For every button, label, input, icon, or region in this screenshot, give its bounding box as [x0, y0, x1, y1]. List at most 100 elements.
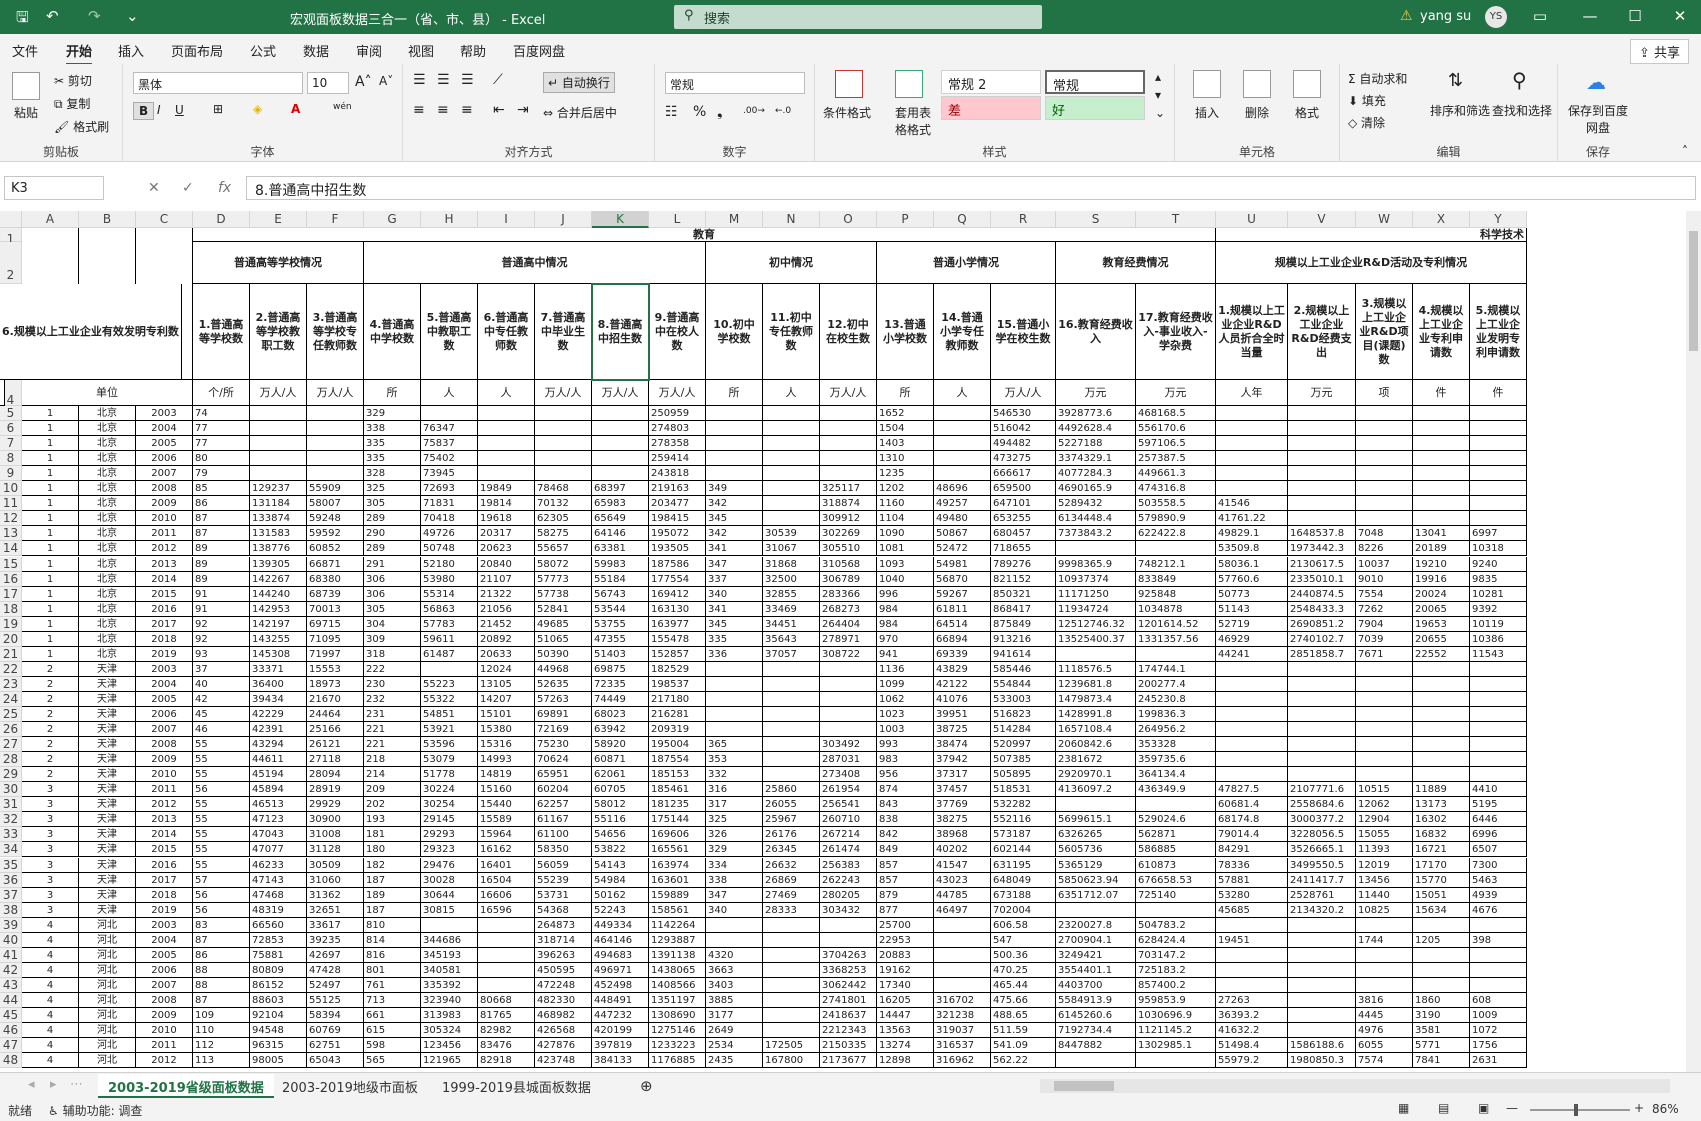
data-cell[interactable]: 2005	[136, 947, 193, 963]
data-cell[interactable]: 514284	[991, 722, 1056, 738]
data-cell[interactable]: 423748	[535, 1053, 592, 1069]
data-cell[interactable]: 1201614.52	[1136, 616, 1216, 632]
data-cell[interactable]: 2150335	[820, 1038, 877, 1054]
data-cell[interactable]: 66871	[307, 556, 364, 572]
style-good[interactable]: 好	[1045, 96, 1145, 120]
header-cell[interactable]: 9.普通高中在校人数	[649, 284, 706, 380]
name-box[interactable]: K3	[4, 176, 104, 200]
data-cell[interactable]	[1356, 481, 1413, 497]
data-cell[interactable]: 4	[22, 1038, 79, 1054]
header-cell[interactable]: 15.普通小学在校生数	[991, 284, 1056, 380]
data-cell[interactable]: 65983	[592, 496, 649, 512]
autosum-button[interactable]: Σ 自动求和	[1348, 70, 1407, 87]
bold-icon[interactable]: B	[133, 102, 155, 120]
data-cell[interactable]: 69715	[307, 616, 364, 632]
data-cell[interactable]: 75837	[421, 436, 478, 452]
data-cell[interactable]: 138776	[250, 541, 307, 557]
data-cell[interactable]: 494482	[991, 436, 1056, 452]
delete-cells-button[interactable]: 删除	[1245, 104, 1269, 121]
data-cell[interactable]: 342	[706, 496, 763, 512]
data-cell[interactable]: 74	[193, 406, 250, 422]
data-cell[interactable]	[1288, 406, 1356, 422]
unit-cell[interactable]: 件	[1413, 380, 1470, 406]
conditional-format-button[interactable]: 条件格式	[823, 104, 871, 121]
data-cell[interactable]: 470.25	[991, 962, 1056, 978]
data-cell[interactable]: 2631	[1470, 1053, 1527, 1069]
header-cell[interactable]: 17.教育经费收入-事业收入-学杂费	[1136, 284, 1216, 380]
data-cell[interactable]: 19916	[1413, 571, 1470, 587]
data-cell[interactable]: 河北	[79, 947, 136, 963]
data-cell[interactable]: 13173	[1413, 797, 1470, 813]
data-cell[interactable]	[763, 1008, 820, 1024]
data-cell[interactable]: 185153	[649, 767, 706, 783]
data-cell[interactable]: 25967	[763, 812, 820, 828]
data-cell[interactable]: 511.59	[991, 1023, 1056, 1039]
data-cell[interactable]: 21322	[478, 586, 535, 602]
data-cell[interactable]: 174744.1	[1136, 661, 1216, 677]
data-cell[interactable]: 62061	[592, 767, 649, 783]
data-cell[interactable]: 61100	[535, 827, 592, 843]
data-cell[interactable]: 63942	[592, 722, 649, 738]
data-cell[interactable]	[1413, 406, 1470, 422]
data-cell[interactable]: 673188	[991, 887, 1056, 903]
data-cell[interactable]	[1356, 767, 1413, 783]
data-cell[interactable]: 54851	[421, 707, 478, 723]
format-as-table-button[interactable]: 套用表格格式	[893, 104, 933, 138]
data-cell[interactable]: 264404	[820, 616, 877, 632]
data-cell[interactable]: 475.66	[991, 992, 1056, 1008]
data-cell[interactable]: 69891	[535, 707, 592, 723]
data-cell[interactable]	[1216, 661, 1288, 677]
data-cell[interactable]: 41546	[1216, 496, 1288, 512]
spreadsheet-grid[interactable]: ABCDEFGHIJKLMNOPQRSTUVWXY123456789101112…	[0, 211, 1686, 1072]
data-cell[interactable]: 3374329.1	[1056, 451, 1136, 467]
data-cell[interactable]: 547	[991, 932, 1056, 948]
data-cell[interactable]: 9240	[1470, 556, 1527, 572]
data-cell[interactable]: 55	[193, 797, 250, 813]
scrollbar-thumb[interactable]	[1689, 231, 1698, 351]
redo-icon[interactable]: ↷	[88, 7, 101, 25]
data-cell[interactable]	[1288, 661, 1356, 677]
data-cell[interactable]	[1288, 466, 1356, 482]
row-header[interactable]: 45	[0, 1008, 22, 1024]
data-cell[interactable]: 2649	[706, 1023, 763, 1039]
data-cell[interactable]: 10825	[1356, 902, 1413, 918]
data-cell[interactable]: 3	[22, 887, 79, 903]
data-cell[interactable]: 14993	[478, 752, 535, 768]
data-cell[interactable]	[478, 436, 535, 452]
data-cell[interactable]: 335392	[421, 977, 478, 993]
cancel-icon[interactable]: ✕	[148, 180, 160, 196]
data-cell[interactable]: 55239	[535, 872, 592, 888]
data-cell[interactable]: 6507	[1470, 842, 1527, 858]
data-cell[interactable]: 1	[22, 586, 79, 602]
data-cell[interactable]: 2007	[136, 466, 193, 482]
data-cell[interactable]: 天津	[79, 676, 136, 692]
enter-icon[interactable]: ✓	[182, 180, 194, 196]
data-cell[interactable]: 44785	[934, 887, 991, 903]
data-cell[interactable]: 29145	[421, 812, 478, 828]
data-cell[interactable]: 50390	[535, 646, 592, 662]
data-cell[interactable]: 65951	[535, 767, 592, 783]
minimize-icon[interactable]: —	[1575, 7, 1605, 25]
data-cell[interactable]: 342	[706, 526, 763, 542]
data-cell[interactable]	[763, 691, 820, 707]
data-cell[interactable]: 14819	[478, 767, 535, 783]
data-cell[interactable]: 3000377.2	[1288, 812, 1356, 828]
row-header[interactable]: 43	[0, 977, 22, 993]
header-cell[interactable]: 10.初中学校数	[706, 284, 763, 380]
data-cell[interactable]: 821152	[991, 571, 1056, 587]
data-cell[interactable]: 20189	[1413, 541, 1470, 557]
row-header[interactable]: 16	[0, 571, 22, 587]
data-cell[interactable]	[1216, 752, 1288, 768]
header-cell[interactable]: 普通小学情况	[877, 242, 1056, 284]
data-cell[interactable]: 2003	[136, 917, 193, 933]
data-cell[interactable]: 2	[22, 767, 79, 783]
data-cell[interactable]: 956	[877, 767, 934, 783]
data-cell[interactable]	[763, 917, 820, 933]
data-cell[interactable]: 45685	[1216, 902, 1288, 918]
data-cell[interactable]	[934, 947, 991, 963]
data-cell[interactable]: 68023	[592, 707, 649, 723]
add-sheet-icon[interactable]: ⊕	[630, 1074, 663, 1098]
data-cell[interactable]: 河北	[79, 992, 136, 1008]
data-cell[interactable]: 59611	[421, 631, 478, 647]
data-cell[interactable]: 52841	[535, 601, 592, 617]
